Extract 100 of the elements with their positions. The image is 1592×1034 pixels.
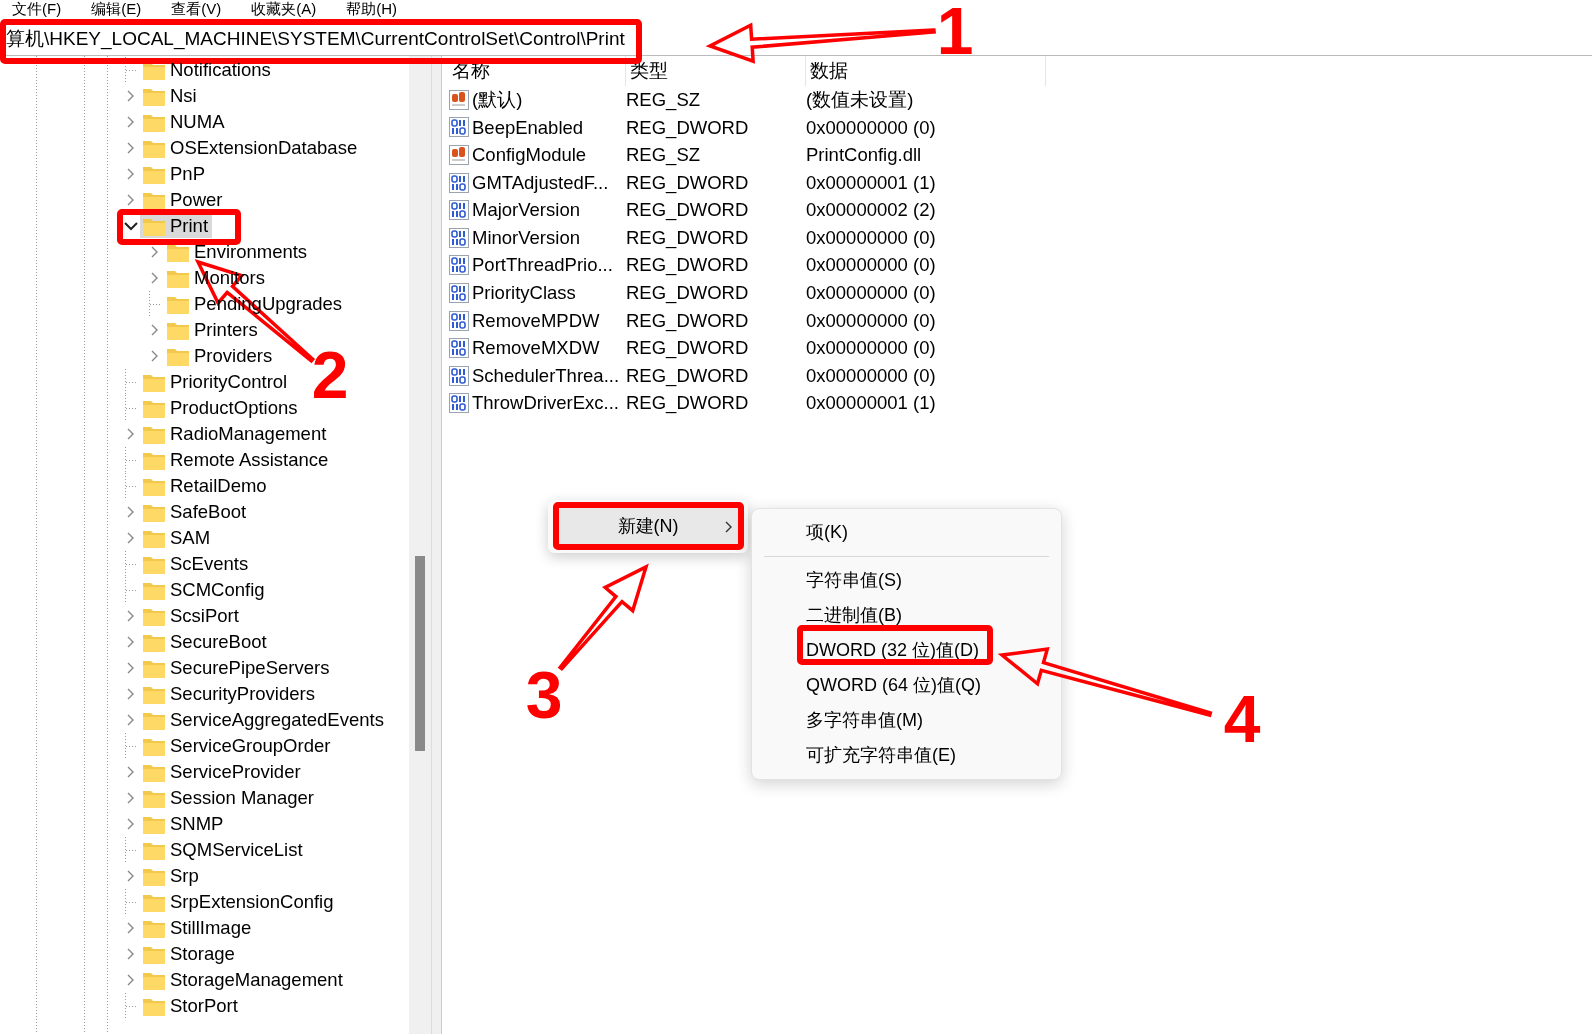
value-name[interactable]: PriorityClass xyxy=(472,279,576,307)
menu-item[interactable]: 编辑(E) xyxy=(91,0,142,22)
tree-item[interactable]: OSExtensionDatabase xyxy=(170,134,358,162)
tree-item[interactable]: StorageManagement xyxy=(170,966,343,994)
tree-item[interactable]: SrpExtensionConfig xyxy=(170,888,334,916)
value-data: 0x00000001 (1) xyxy=(806,170,937,195)
scrollbar-track[interactable] xyxy=(409,56,431,1034)
tree-item[interactable]: Providers xyxy=(194,342,273,370)
tree-item[interactable]: ServiceGroupOrder xyxy=(170,732,331,760)
tree-item[interactable]: StorPort xyxy=(170,992,238,1020)
tree-item[interactable]: ProductOptions xyxy=(170,394,298,422)
value-name[interactable]: ConfigModule xyxy=(472,141,587,169)
value-type: REG_DWORD xyxy=(626,363,750,389)
column-header[interactable]: 名称 xyxy=(448,56,626,86)
tree-item[interactable]: PnP xyxy=(170,160,205,188)
menu-item[interactable]: 二进制值(B) xyxy=(764,598,1049,633)
value-type: REG_DWORD xyxy=(626,225,750,251)
tree-item[interactable]: SafeBoot xyxy=(170,498,247,526)
menu-item[interactable]: 可扩充字符串值(E) xyxy=(764,738,1049,773)
menu-item[interactable]: 字符串值(S) xyxy=(764,563,1049,598)
tree-item[interactable]: SecureBoot xyxy=(170,628,267,656)
value-name[interactable]: BeepEnabled xyxy=(472,113,584,142)
menu-item[interactable]: 帮助(H) xyxy=(346,0,397,22)
value-data: PrintConfig.dll xyxy=(806,143,923,168)
value-data: 0x00000000 (0) xyxy=(806,281,937,306)
tree-item[interactable]: ServiceAggregatedEvents xyxy=(170,706,384,734)
menu-item[interactable]: 多字符串值(M) xyxy=(764,703,1049,738)
tree-item[interactable]: RadioManagement xyxy=(170,420,327,448)
tree-item[interactable]: SecurityProviders xyxy=(170,680,315,708)
value-type: REG_SZ xyxy=(626,87,702,113)
tree-item[interactable]: Environments xyxy=(194,238,308,266)
value-data: 0x00000000 (0) xyxy=(806,336,937,361)
value-data: 0x00000000 (0) xyxy=(806,363,937,388)
scrollbar-thumb[interactable] xyxy=(415,556,425,751)
tree-item[interactable]: Printers xyxy=(194,316,258,344)
value-type: REG_DWORD xyxy=(626,198,750,223)
binary-value-icon xyxy=(448,364,470,387)
value-name[interactable]: (默认) xyxy=(472,85,523,114)
tree-item[interactable]: SCMConfig xyxy=(170,576,265,604)
value-data: 0x00000000 (0) xyxy=(806,225,937,250)
address-field[interactable]: 算机\HKEY_LOCAL_MACHINE\SYSTEM\CurrentControlSet\Control\Print xyxy=(6,28,625,49)
value-data: 0x00000000 (0) xyxy=(806,115,937,140)
binary-value-icon xyxy=(448,309,470,332)
value-type: REG_DWORD xyxy=(626,391,750,416)
tree-item[interactable]: Notifications xyxy=(170,56,271,84)
value-name[interactable]: GMTAdjustedF... xyxy=(472,168,609,197)
menu-item[interactable]: 收藏夹(A) xyxy=(251,0,317,22)
tree-item[interactable]: ScsiPort xyxy=(170,602,239,630)
menu-item[interactable]: QWORD (64 位)值(Q) xyxy=(764,668,1049,703)
binary-value-icon xyxy=(448,199,470,222)
tree-item[interactable]: Power xyxy=(170,186,223,214)
tree-item[interactable]: SQMServiceList xyxy=(170,836,303,864)
value-name[interactable]: MajorVersion xyxy=(472,196,580,225)
menu-item[interactable]: 查看(V) xyxy=(171,0,222,22)
value-data: 0x00000000 (0) xyxy=(806,308,937,333)
value-type: REG_DWORD xyxy=(626,253,750,278)
tree-item[interactable]: SecurePipeServers xyxy=(170,654,330,682)
tree-item[interactable]: Srp xyxy=(170,862,199,890)
callout-number: 2 xyxy=(311,338,349,412)
tree-item[interactable]: StillImage xyxy=(170,914,252,942)
tree-item[interactable]: ScEvents xyxy=(170,550,249,578)
value-name[interactable]: MinorVersion xyxy=(472,223,580,252)
tree-item[interactable]: Remote Assistance xyxy=(170,446,329,474)
value-data: 0x00000001 (1) xyxy=(806,391,937,416)
tree-item[interactable]: ServiceProvider xyxy=(170,758,301,786)
value-name[interactable]: ThrowDriverExc... xyxy=(472,389,619,418)
binary-value-icon xyxy=(448,226,470,249)
tree-item[interactable]: Storage xyxy=(170,940,235,968)
column-header[interactable]: 类型 xyxy=(626,56,806,86)
menu-item[interactable]: 项(K) xyxy=(764,515,1049,550)
tree-item[interactable]: SAM xyxy=(170,524,211,552)
tree-item[interactable]: RetailDemo xyxy=(170,472,267,500)
binary-value-icon xyxy=(448,392,470,415)
tree-item[interactable]: PriorityControl xyxy=(170,368,288,396)
column-header[interactable]: 数据 xyxy=(806,56,1046,86)
value-data: (数值未设置) xyxy=(806,87,915,112)
value-name[interactable]: SchedulerThrea... xyxy=(472,361,620,390)
value-name[interactable]: PortThreadPrio... xyxy=(472,251,613,280)
tree-item[interactable]: NUMA xyxy=(170,108,225,136)
value-data: 0x00000000 (0) xyxy=(806,253,937,278)
binary-value-icon xyxy=(448,337,470,360)
tree-item[interactable]: Session Manager xyxy=(170,784,314,812)
menu-item[interactable]: 文件(F) xyxy=(12,0,62,22)
value-name[interactable]: RemoveMPDW xyxy=(472,306,600,335)
value-type: REG_DWORD xyxy=(626,170,750,196)
callout-number: 4 xyxy=(1223,682,1261,756)
tree-item[interactable]: SNMP xyxy=(170,810,224,838)
value-type: REG_SZ xyxy=(626,143,702,168)
value-data: 0x00000002 (2) xyxy=(806,198,937,223)
binary-value-icon xyxy=(448,116,470,139)
callout-number: 3 xyxy=(525,658,563,732)
string-value-icon xyxy=(448,88,470,111)
binary-value-icon xyxy=(448,281,470,304)
value-type: REG_DWORD xyxy=(626,336,750,361)
value-name[interactable]: RemoveMXDW xyxy=(472,334,600,362)
string-value-icon xyxy=(448,144,470,166)
binary-value-icon xyxy=(448,171,470,194)
value-type: REG_DWORD xyxy=(626,281,750,306)
binary-value-icon xyxy=(448,254,470,277)
tree-item[interactable]: Nsi xyxy=(170,82,197,110)
